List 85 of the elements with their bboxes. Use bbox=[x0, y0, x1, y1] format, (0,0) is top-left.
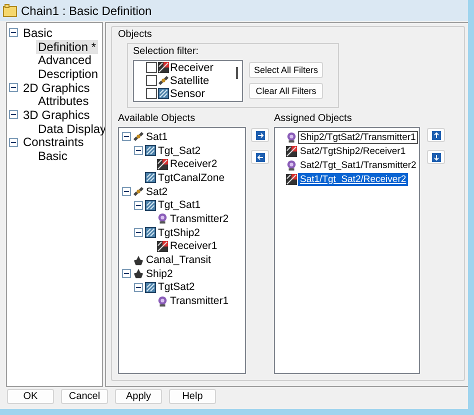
tree-item[interactable]: Definition * bbox=[36, 40, 98, 54]
filter-button[interactable]: Clear All Filters bbox=[249, 83, 323, 99]
tree-item[interactable]: TgtShip2 bbox=[158, 226, 200, 239]
grid-square-icon bbox=[145, 145, 156, 156]
collapse-toggle[interactable] bbox=[134, 146, 143, 156]
list-item[interactable]: Sat2/TgtShip2/Receiver1 bbox=[298, 144, 408, 158]
tree-item[interactable]: TgtCanalZone bbox=[158, 172, 225, 184]
group-title: Selection filter: bbox=[133, 45, 200, 59]
collapse-toggle[interactable] bbox=[122, 132, 131, 142]
dome-icon bbox=[286, 160, 297, 170]
tree-item[interactable]: 2D Graphics bbox=[21, 80, 92, 95]
down-arrow-icon bbox=[432, 152, 440, 162]
right-arrow-icon bbox=[256, 130, 264, 140]
dialog-button[interactable]: OK bbox=[7, 389, 54, 404]
collapse-toggle[interactable] bbox=[134, 282, 143, 292]
tree-item[interactable]: Transmitter1 bbox=[170, 295, 229, 308]
tree-item[interactable]: Basic bbox=[21, 26, 54, 40]
checkered-square-icon bbox=[157, 158, 168, 170]
collapse-toggle[interactable] bbox=[134, 228, 143, 238]
checkered-square-icon bbox=[158, 62, 169, 73]
tree-item[interactable]: Ship2 bbox=[146, 268, 173, 280]
tree-item[interactable]: Tgt_Sat1 bbox=[158, 199, 201, 212]
collapse-toggle[interactable] bbox=[122, 187, 131, 196]
grid-square-icon bbox=[145, 200, 156, 211]
folder-icon bbox=[3, 4, 17, 17]
grid-square-icon bbox=[145, 227, 156, 238]
tree-item[interactable]: Sat1 bbox=[146, 130, 168, 143]
collapse-toggle[interactable] bbox=[9, 28, 18, 38]
tree-item[interactable]: Sat2 bbox=[146, 186, 168, 198]
collapse-toggle[interactable] bbox=[122, 269, 131, 278]
tree-item[interactable]: Advanced bbox=[36, 53, 94, 68]
left-arrow-icon bbox=[256, 152, 264, 162]
window-title: Chain1 : Basic Definition bbox=[21, 4, 152, 18]
dialog-button[interactable]: Cancel bbox=[61, 389, 108, 404]
scrollbar-thumb[interactable] bbox=[236, 67, 238, 79]
filter-button[interactable]: Select All Filters bbox=[249, 62, 323, 78]
grid-square-icon bbox=[145, 282, 156, 293]
collapse-toggle[interactable] bbox=[9, 83, 18, 92]
satellite-icon bbox=[133, 186, 144, 198]
collapse-toggle[interactable] bbox=[9, 138, 18, 147]
tree-item[interactable]: Transmitter2 bbox=[170, 212, 229, 225]
ship-icon bbox=[133, 254, 144, 266]
checkered-square-icon bbox=[157, 240, 168, 252]
tree-item[interactable]: Basic bbox=[36, 149, 70, 164]
checkered-square-icon bbox=[286, 146, 297, 156]
tree-item[interactable]: Constraints bbox=[21, 135, 86, 150]
up-arrow-icon bbox=[432, 130, 440, 140]
dialog-button[interactable]: Apply bbox=[115, 389, 162, 404]
list-title: Assigned Objects bbox=[274, 112, 353, 126]
satellite-icon bbox=[158, 75, 169, 86]
list-item[interactable]: Ship2/TgtSat2/Transmitter1 bbox=[298, 130, 418, 144]
collapse-toggle[interactable] bbox=[9, 110, 18, 120]
tree-item[interactable]: 3D Graphics bbox=[21, 108, 92, 122]
dome-icon bbox=[157, 296, 168, 307]
grid-square-icon bbox=[145, 172, 156, 184]
grid-square-icon bbox=[158, 88, 169, 99]
list-item[interactable]: Sat1/Tgt_Sat2/Receiver2 bbox=[298, 172, 408, 186]
tree-item[interactable]: Attributes bbox=[36, 94, 91, 108]
dome-icon bbox=[286, 132, 297, 142]
add-button[interactable] bbox=[251, 128, 269, 142]
satellite-icon bbox=[133, 131, 144, 142]
checkbox[interactable] bbox=[146, 88, 157, 99]
tree-item[interactable]: Receiver1 bbox=[170, 240, 218, 252]
tree-item[interactable]: Tgt_Sat2 bbox=[158, 144, 201, 157]
dialog-button[interactable]: Help bbox=[169, 389, 216, 404]
filter-label: Satellite bbox=[170, 74, 210, 86]
checkered-square-icon bbox=[286, 174, 297, 184]
tree-item[interactable]: Description bbox=[36, 66, 100, 81]
move-down-button[interactable] bbox=[427, 150, 445, 164]
group-title: Objects bbox=[118, 28, 153, 42]
checkbox[interactable] bbox=[146, 75, 157, 86]
tree-item[interactable]: Data Display bbox=[36, 122, 108, 136]
ship-icon bbox=[133, 268, 144, 280]
dome-icon bbox=[157, 213, 168, 224]
tree-item[interactable]: TgtSat2 bbox=[158, 281, 195, 294]
tree-item[interactable]: Receiver2 bbox=[170, 158, 218, 170]
filter-label: Receiver bbox=[170, 62, 214, 74]
tree-item[interactable]: Canal_Transit bbox=[146, 254, 211, 266]
checkbox[interactable] bbox=[146, 62, 157, 73]
collapse-toggle[interactable] bbox=[134, 200, 143, 210]
list-title: Available Objects bbox=[118, 112, 196, 126]
remove-button[interactable] bbox=[251, 150, 269, 164]
filter-label: Sensor bbox=[170, 88, 205, 100]
move-up-button[interactable] bbox=[427, 128, 445, 142]
list-item[interactable]: Sat2/Tgt_Sat1/Transmitter2 bbox=[298, 158, 418, 172]
